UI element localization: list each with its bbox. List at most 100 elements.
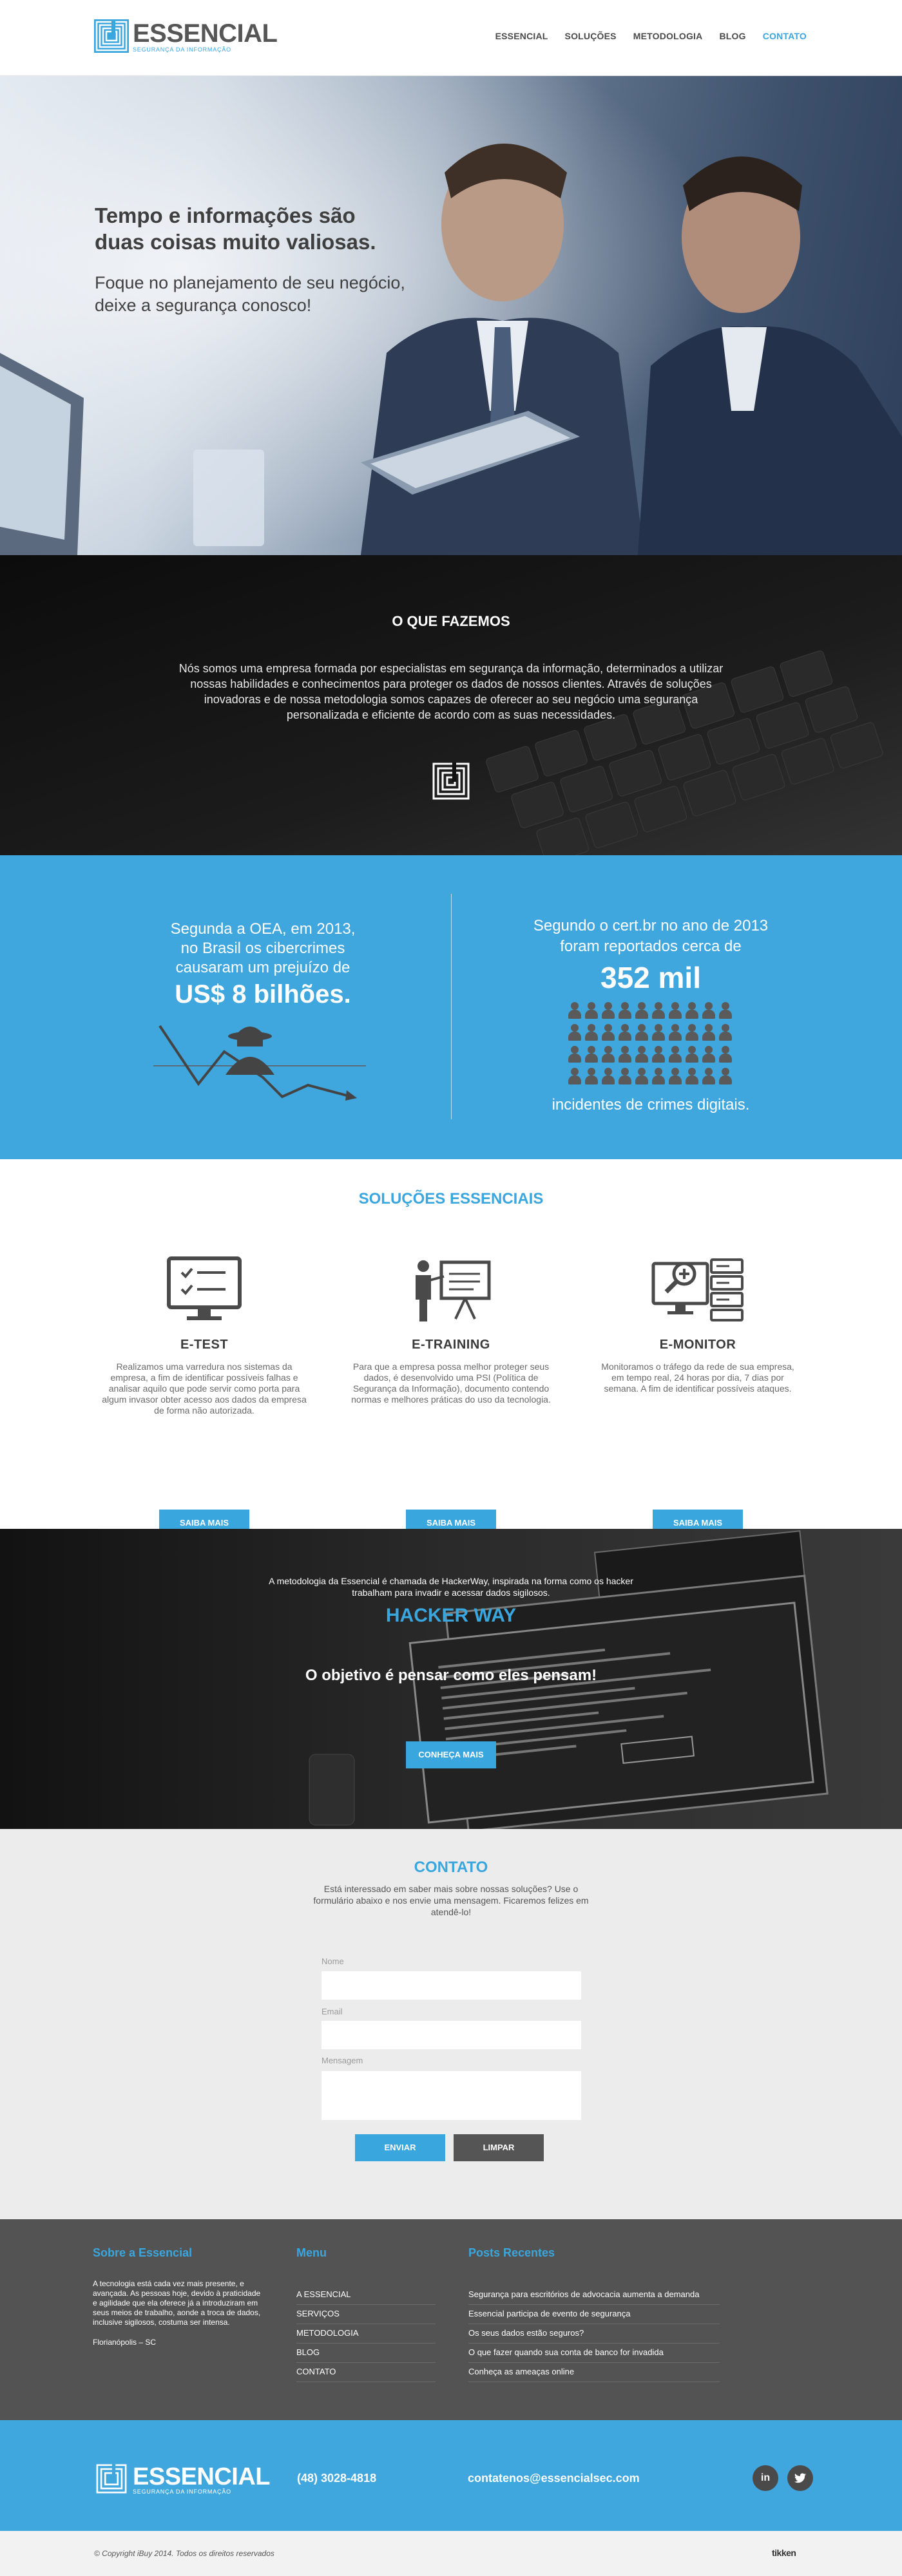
hero-title-line1: Tempo e informações são <box>95 204 356 227</box>
stat-right-foot: incidentes de crimes digitais. <box>552 1096 750 1113</box>
send-button[interactable]: ENVIAR <box>355 2134 445 2161</box>
person-icon <box>650 1045 667 1064</box>
credit-logo[interactable]: tikken <box>772 2548 796 2558</box>
footer-posts-title: Posts Recentes <box>468 2246 555 2259</box>
solution-emonitor-text: Monitoramos o tráfego da rede de sua emp… <box>601 1361 794 1394</box>
footer-contact-bar: ESSENCIAL SEGURANÇA DA INFORMAÇÃO (48) 3… <box>0 2420 902 2531</box>
person-icon <box>566 1023 583 1042</box>
person-icon <box>717 1066 734 1086</box>
person-icon <box>617 1066 633 1086</box>
footer-about: Sobre a Essencial A tecnologia está cada… <box>93 2246 263 2347</box>
hero-sub-line2: deixe a segurança conosco! <box>95 296 312 315</box>
logo-mark-icon <box>432 762 470 800</box>
person-icon <box>717 1045 734 1064</box>
footer-about-title: Sobre a Essencial <box>93 2246 193 2259</box>
contact-title: CONTATO <box>414 1859 488 1876</box>
person-icon <box>700 1001 717 1020</box>
hero-banner: Tempo e informações são duas coisas muit… <box>0 76 902 555</box>
footer-links: Sobre a Essencial A tecnologia está cada… <box>0 2219 902 2420</box>
email-label: Email <box>321 2007 343 2016</box>
stats-section: Segunda a OEA, em 2013, no Brasil os cib… <box>0 855 902 1159</box>
person-icon <box>600 1001 617 1020</box>
site-header: ESSENCIAL SEGURANÇA DA INFORMAÇÃO ESSENC… <box>0 0 902 76</box>
person-icon <box>566 1045 583 1064</box>
person-icon <box>600 1023 617 1042</box>
person-icon <box>717 1001 734 1020</box>
stat-left-line3: causaram um prejuízo de <box>175 959 350 976</box>
copyright-bar: © Copyright iBuy 2014. Todos os direitos… <box>0 2531 902 2576</box>
twitter-icon[interactable] <box>787 2465 813 2491</box>
people-grid-icon <box>566 1001 735 1086</box>
solution-etraining-text: Para que a empresa possa melhor proteger… <box>351 1361 551 1405</box>
footer-location: Florianópolis – SC <box>93 2338 157 2347</box>
footer-email[interactable]: contatenos@essencialsec.com <box>468 2472 640 2485</box>
copyright-text: © Copyright iBuy 2014. Todos os direitos… <box>94 2549 274 2558</box>
nav-blog[interactable]: BLOG <box>719 31 745 41</box>
stat-left-line2: no Brasil os cibercrimes <box>180 940 345 957</box>
what-we-do-text: Nós somos uma empresa formada por especi… <box>178 662 724 721</box>
message-field[interactable] <box>321 2071 581 2120</box>
person-icon <box>617 1045 633 1064</box>
footer-phone[interactable]: (48) 3028-4818 <box>297 2472 376 2485</box>
hero-title-line2: duas coisas muito valiosas. <box>95 230 376 254</box>
person-icon <box>650 1001 667 1020</box>
person-icon <box>566 1001 583 1020</box>
name-field[interactable] <box>321 1971 581 2000</box>
footer-post-link[interactable]: Essencial participa de evento de seguran… <box>468 2305 720 2324</box>
stat-left-line1: Segunda a OEA, em 2013, <box>170 920 356 938</box>
person-icon <box>583 1023 600 1042</box>
nav-essencial[interactable]: ESSENCIAL <box>495 31 548 41</box>
nav-contato[interactable]: CONTATO <box>763 31 807 41</box>
hacker-way-title: HACKER WAY <box>385 1605 517 1626</box>
name-label: Nome <box>321 1956 344 1966</box>
logo-name: ESSENCIAL <box>133 19 278 48</box>
footer-menu-item[interactable]: CONTATO <box>296 2363 436 2382</box>
stat-right-line2: foram reportados cerca de <box>560 938 742 955</box>
footer-menu-item[interactable]: BLOG <box>296 2344 436 2363</box>
network-monitor-icon <box>651 1258 744 1321</box>
person-icon <box>667 1066 684 1086</box>
solution-etraining: E-TRAINING Para que a empresa possa melh… <box>341 1255 561 1537</box>
presentation-board-icon <box>416 1260 491 1321</box>
logo-mark-icon <box>96 2464 127 2494</box>
linkedin-icon[interactable]: in <box>753 2465 778 2491</box>
hacker-graph-icon <box>153 1025 366 1101</box>
nav-solucoes[interactable]: SOLUÇÕES <box>565 31 617 41</box>
person-icon <box>650 1066 667 1086</box>
footer-menu-item[interactable]: SERVIÇOS <box>296 2305 436 2324</box>
person-icon <box>617 1023 633 1042</box>
solution-emonitor-name: E-MONITOR <box>659 1338 736 1352</box>
logo[interactable]: ESSENCIAL SEGURANÇA DA INFORMAÇÃO <box>94 19 278 53</box>
footer-post-link[interactable]: Segurança para escritórios de advocacia … <box>468 2286 720 2305</box>
solution-etest-name: E-TEST <box>180 1338 229 1352</box>
logo-mark-icon <box>94 19 129 53</box>
main-nav: ESSENCIAL SOLUÇÕES METODOLOGIA BLOG CONT… <box>479 31 807 41</box>
person-icon <box>667 1045 684 1064</box>
footer-logo[interactable]: ESSENCIAL SEGURANÇA DA INFORMAÇÃO <box>94 2464 270 2495</box>
clear-button[interactable]: LIMPAR <box>454 2134 544 2161</box>
person-icon <box>566 1066 583 1086</box>
person-icon <box>700 1066 717 1086</box>
contact-lead: Está interessado em saber mais sobre nos… <box>313 1884 589 1917</box>
footer-about-text: A tecnologia está cada vez mais presente… <box>93 2279 261 2327</box>
person-icon <box>633 1001 650 1020</box>
footer-post-link[interactable]: O que fazer quando sua conta de banco fo… <box>468 2344 720 2363</box>
footer-menu-item[interactable]: METODOLOGIA <box>296 2324 436 2344</box>
hero-sub-line1: Foque no planejamento de seu negócio, <box>95 273 405 292</box>
conheca-mais-button[interactable]: CONHEÇA MAIS <box>406 1741 496 1768</box>
monitor-checklist-icon <box>167 1256 242 1320</box>
footer-post-link[interactable]: Conheça as ameaças online <box>468 2363 720 2382</box>
person-icon <box>650 1023 667 1042</box>
footer-menu-item[interactable]: A ESSENCIAL <box>296 2286 436 2305</box>
footer-post-link[interactable]: Os seus dados estão seguros? <box>468 2324 720 2344</box>
nav-metodologia[interactable]: METODOLOGIA <box>633 31 703 41</box>
person-icon <box>600 1045 617 1064</box>
person-icon <box>633 1023 650 1042</box>
person-icon <box>667 1001 684 1020</box>
email-field[interactable] <box>321 2021 581 2049</box>
solution-etraining-name: E-TRAINING <box>412 1338 490 1352</box>
message-label: Mensagem <box>321 2056 363 2065</box>
footer-menu: Menu A ESSENCIAL SERVIÇOS METODOLOGIA BL… <box>296 2246 436 2382</box>
person-icon <box>684 1066 700 1086</box>
hacker-tagline: O objetivo é pensar como eles pensam! <box>305 1667 597 1684</box>
